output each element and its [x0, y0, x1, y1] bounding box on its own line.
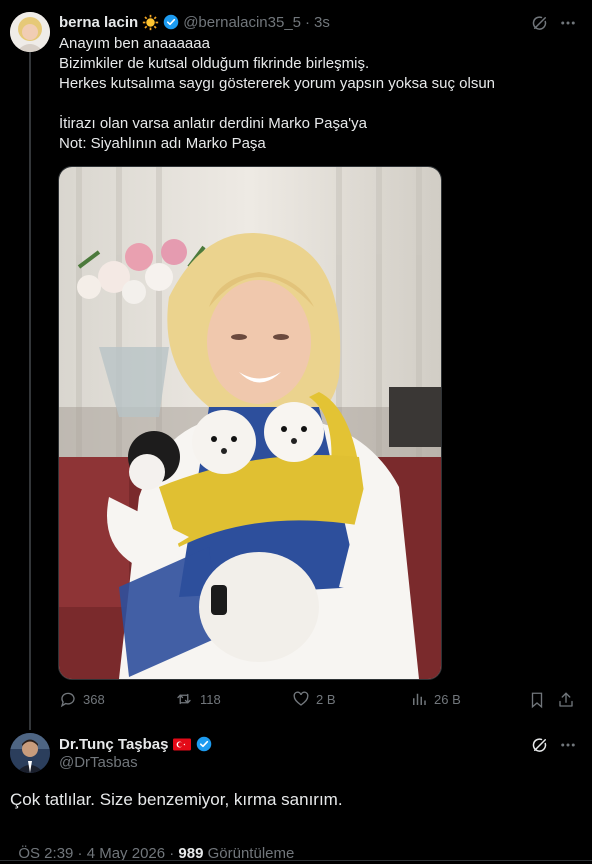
- timestamp[interactable]: 3s: [314, 14, 330, 31]
- retweet-icon: [177, 693, 191, 705]
- bookmark-button[interactable]: [527, 690, 547, 710]
- turkey-flag-icon: [173, 738, 192, 751]
- share-icon: [559, 692, 573, 707]
- handle[interactable]: @bernalacin35_5: [183, 14, 301, 31]
- avatar-image: [10, 733, 50, 773]
- handle[interactable]: @DrTasbas: [59, 754, 138, 771]
- avatar[interactable]: [10, 733, 50, 773]
- tweet-photo[interactable]: [58, 166, 442, 680]
- retweet-button[interactable]: 118: [174, 690, 221, 708]
- share-button[interactable]: [556, 690, 576, 710]
- views-icon: [413, 693, 426, 705]
- like-button[interactable]: 2 B: [292, 690, 336, 708]
- more-icon[interactable]: [558, 735, 578, 755]
- avatar-image: [10, 12, 50, 52]
- bookmark-icon: [531, 692, 543, 709]
- photo-illustration: [59, 167, 441, 679]
- views-button[interactable]: 26 B: [410, 690, 461, 708]
- thread-line: [29, 52, 31, 730]
- display-name[interactable]: berna lacin: [59, 14, 138, 31]
- meta-line: ÖS 2:39 · 4 May 2026 · 989 Görüntüleme: [10, 828, 294, 862]
- tweet1-header: berna lacin @bernalacin35_5 · 3s: [59, 12, 330, 32]
- sun-emoji-icon: [142, 14, 159, 31]
- separator: ·: [305, 13, 311, 31]
- like-count: 2 B: [316, 691, 336, 707]
- reply-text: Çok tatlılar. Size benzemiyor, kırma san…: [10, 790, 343, 809]
- tweet-text: Anayım ben anaaaaaa Bizimkiler de kutsal…: [59, 35, 496, 152]
- verified-badge-icon: [196, 736, 212, 752]
- display-name[interactable]: Dr.Tunç Taşbaş: [59, 736, 168, 753]
- retweet-count: 118: [200, 691, 221, 707]
- grok-icon[interactable]: [530, 13, 550, 33]
- reply-count: 368: [83, 691, 105, 707]
- avatar[interactable]: [10, 12, 50, 52]
- reply-button[interactable]: 368: [59, 690, 105, 708]
- verified-badge-icon: [163, 14, 179, 30]
- reply-icon: [60, 692, 75, 708]
- divider: [0, 860, 592, 861]
- grok-icon[interactable]: [530, 735, 550, 755]
- tweet2-header: Dr.Tunç Taşbaş: [59, 734, 212, 754]
- views-count: 26 B: [434, 691, 461, 707]
- more-icon[interactable]: [558, 13, 578, 33]
- like-icon: [293, 691, 309, 706]
